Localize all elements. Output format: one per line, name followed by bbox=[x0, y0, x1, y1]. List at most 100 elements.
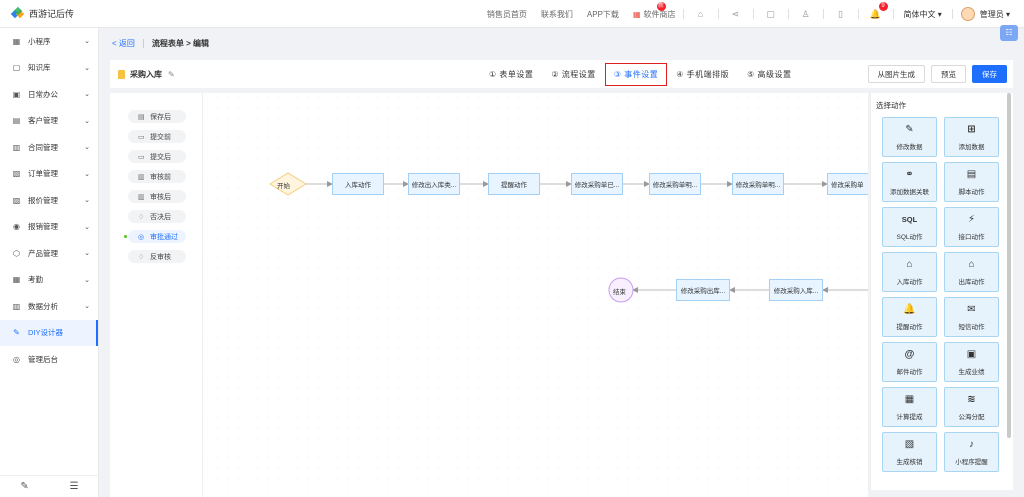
back-link[interactable]: < 返回 bbox=[112, 38, 135, 49]
flow-node[interactable]: 修改采购入库... bbox=[769, 279, 823, 301]
customer-icon: ▤ bbox=[12, 116, 21, 126]
user-menu[interactable]: 管理员 ▾ bbox=[960, 7, 1010, 21]
sidebar-item-7[interactable]: ◉ 报销管理 ⌄ bbox=[0, 214, 98, 241]
from-image-button[interactable]: 从图片生成 bbox=[867, 65, 925, 83]
sidebar-item-2[interactable]: ▣ 日常办公 ⌄ bbox=[0, 81, 98, 108]
flow-node[interactable]: 修改采购单 bbox=[827, 173, 868, 195]
action-stock-out-button[interactable]: ⌂ 出库动作 bbox=[944, 252, 999, 292]
tab-1[interactable]: ② 流程设置 bbox=[551, 69, 595, 80]
link-contact[interactable]: 联系我们 bbox=[541, 9, 573, 20]
chevron-down-icon: ⌄ bbox=[84, 38, 90, 46]
chevron-down-icon: ⌄ bbox=[84, 170, 90, 178]
sidebar-item-1[interactable]: ▢ 知识库 ⌄ bbox=[0, 55, 98, 82]
action-plug-button[interactable]: ⚡ 接口动作 bbox=[944, 207, 999, 247]
flow-node[interactable]: 修改采购单已... bbox=[571, 173, 623, 195]
event-item-6[interactable]: ◎ 审批通过 bbox=[124, 230, 186, 243]
event-item-0[interactable]: ▤ 保存后 bbox=[128, 110, 186, 123]
sidebar-item-0[interactable]: ▦ 小程序 ⌄ bbox=[0, 28, 98, 55]
action-stock-in-button[interactable]: ⌂ 入库动作 bbox=[882, 252, 937, 292]
sidebar-item-6[interactable]: ▨ 报价管理 ⌄ bbox=[0, 187, 98, 214]
tab-0[interactable]: ① 表单设置 bbox=[489, 69, 533, 80]
floating-tool-icon[interactable]: ☷ bbox=[1000, 25, 1018, 41]
tab-3[interactable]: ④ 手机端排版 bbox=[676, 69, 729, 80]
page-title: 流程表单 > 编辑 bbox=[151, 39, 210, 48]
app-logo[interactable]: 西游记后传 bbox=[0, 6, 100, 20]
event-label: 保存后 bbox=[150, 113, 171, 121]
link-app-download[interactable]: APP下载 bbox=[587, 9, 619, 20]
sidebar-item-12[interactable]: ◎ 管理后台 bbox=[0, 346, 98, 373]
event-item-3[interactable]: ▥ 审核前 bbox=[128, 170, 186, 183]
action-script-button[interactable]: ▤ 脚本动作 bbox=[944, 162, 999, 202]
sidebar-item-label: 订单管理 bbox=[28, 169, 58, 179]
edit-icon[interactable]: ✎ bbox=[20, 481, 28, 492]
flow-node[interactable]: 修改采购单明... bbox=[649, 173, 701, 195]
action-panel-scrollbar[interactable] bbox=[1007, 93, 1011, 438]
product-icon: ⬡ bbox=[13, 248, 20, 258]
action-performance-button[interactable]: ▣ 生成业绩 bbox=[944, 342, 999, 382]
tab-4[interactable]: ⑤ 高级设置 bbox=[747, 69, 791, 80]
sidebar-item-10[interactable]: ▥ 数据分析 ⌄ bbox=[0, 293, 98, 320]
store-icon: ▦ bbox=[632, 9, 641, 19]
event-item-4[interactable]: ▥ 审核后 bbox=[128, 190, 186, 203]
action-add-button[interactable]: ⊞ 添加数据 bbox=[944, 117, 999, 157]
link-store[interactable]: ▦ 软件商店 新 bbox=[632, 1, 676, 20]
share-icon[interactable]: ⋖ bbox=[730, 8, 742, 20]
sidebar-item-3[interactable]: ▤ 客户管理 ⌄ bbox=[0, 108, 98, 135]
sidebar-item-label: DIY设计器 bbox=[28, 328, 64, 338]
sidebar-item-9[interactable]: ▦ 考勤 ⌄ bbox=[0, 267, 98, 294]
home-icon[interactable]: ⌂ bbox=[695, 8, 707, 20]
sidebar-item-4[interactable]: ▥ 合同管理 ⌄ bbox=[0, 134, 98, 161]
flow-node[interactable]: 提醒动作 bbox=[488, 173, 540, 195]
action-pool-button[interactable]: ≋ 公海分配 bbox=[944, 387, 999, 427]
action-label: 出库动作 bbox=[958, 278, 985, 286]
end-node-label[interactable]: 结束 bbox=[613, 286, 626, 296]
action-link-button[interactable]: ⚭ 添加数据关联 bbox=[882, 162, 937, 202]
language-select[interactable]: 简体中文 ▾ bbox=[904, 9, 942, 20]
action-sms-button[interactable]: ✉ 短信动作 bbox=[944, 297, 999, 337]
collapse-menu-icon[interactable]: ☰ bbox=[70, 481, 79, 492]
chart-icon: ▥ bbox=[12, 301, 21, 311]
action-bell-button[interactable]: 🔔 提醒动作 bbox=[882, 297, 937, 337]
event-item-5[interactable]: ♢ 否决后 bbox=[128, 210, 186, 223]
notification-icon[interactable]: 🔔 9 bbox=[870, 2, 888, 20]
flow-node[interactable]: 入库动作 bbox=[332, 173, 384, 195]
action-label: 生成业绩 bbox=[958, 368, 985, 376]
edit-name-icon[interactable]: ✎ bbox=[168, 70, 175, 79]
flow-node[interactable]: 修改采购出库... bbox=[676, 279, 730, 301]
breadcrumb: < 返回 流程表单 > 编辑 bbox=[112, 38, 209, 49]
chevron-down-icon: ⌄ bbox=[84, 197, 90, 205]
flow-canvas[interactable]: 开始 结束 入库动作 修改出入库类... 提醒动作 修改采购单已... 修改采购单明..… bbox=[203, 93, 868, 497]
phone-icon[interactable]: ▯ bbox=[835, 8, 847, 20]
skin-icon[interactable]: ♙ bbox=[800, 8, 812, 20]
action-label: 公海分配 bbox=[958, 413, 985, 421]
event-item-2[interactable]: ▭ 提交后 bbox=[128, 150, 186, 163]
action-sql-button[interactable]: SQL SQL动作 bbox=[882, 207, 937, 247]
event-item-7[interactable]: ♢ 反审核 bbox=[128, 250, 186, 263]
event-icon: ▥ bbox=[138, 193, 145, 201]
sql-icon: SQL bbox=[901, 214, 918, 224]
action-mail-button[interactable]: @ 邮件动作 bbox=[882, 342, 937, 382]
mail-icon: @ bbox=[904, 348, 915, 360]
chevron-down-icon: ⌄ bbox=[84, 144, 90, 152]
fullscreen-icon[interactable]: ▢ bbox=[765, 8, 777, 20]
event-label: 否决后 bbox=[150, 213, 171, 221]
form-name: 采购入库 bbox=[130, 69, 162, 79]
sidebar-item-11[interactable]: ✎ DIY设计器 bbox=[0, 319, 98, 346]
sidebar-item-5[interactable]: ▧ 订单管理 ⌄ bbox=[0, 161, 98, 188]
action-label: 提醒动作 bbox=[896, 323, 923, 331]
chevron-down-icon: ⌄ bbox=[84, 117, 90, 125]
action-miniapp-bell-button[interactable]: ♪ 小程序提醒 bbox=[944, 432, 999, 472]
flow-node[interactable]: 修改采购单明... bbox=[732, 173, 784, 195]
preview-button[interactable]: 预览 bbox=[931, 65, 966, 83]
start-node-label[interactable]: 开始 bbox=[277, 180, 290, 190]
tab-2[interactable]: ③ 事件设置 bbox=[604, 62, 668, 86]
save-button[interactable]: 保存 bbox=[972, 65, 1007, 83]
event-item-1[interactable]: ▭ 提交前 bbox=[128, 130, 186, 143]
action-writeoff-button[interactable]: ▧ 生成核销 bbox=[882, 432, 937, 472]
sidebar-item-8[interactable]: ⬡ 产品管理 ⌄ bbox=[0, 240, 98, 267]
link-sales-home[interactable]: 销售员首页 bbox=[487, 9, 527, 20]
bell-icon: 🔔 bbox=[903, 303, 916, 315]
action-edit-button[interactable]: ✎ 修改数据 bbox=[882, 117, 937, 157]
action-commission-button[interactable]: ▦ 计算提成 bbox=[882, 387, 937, 427]
flow-node[interactable]: 修改出入库类... bbox=[408, 173, 460, 195]
